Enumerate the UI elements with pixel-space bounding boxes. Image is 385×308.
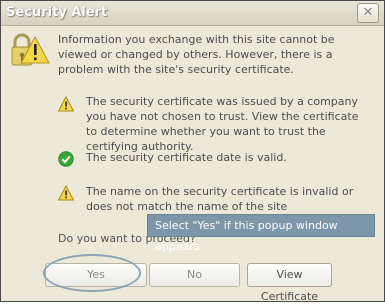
dialog-title: Security Alert xyxy=(6,5,108,20)
view-certificate-button[interactable]: View Certificate xyxy=(247,263,332,303)
no-button[interactable]: No xyxy=(149,263,240,287)
title-bar[interactable]: Security Alert ✕ xyxy=(1,1,384,26)
message-name-mismatch: The name on the security certificate is … xyxy=(86,185,354,213)
close-button[interactable]: ✕ xyxy=(357,3,379,23)
security-alert-dialog: Security Alert ✕ Information you exchang… xyxy=(0,0,385,303)
yes-button[interactable]: Yes xyxy=(45,263,147,287)
warning-icon xyxy=(58,185,74,201)
message-date-valid: The security certificate date is valid. xyxy=(86,151,287,164)
check-icon xyxy=(58,151,74,167)
intro-text: Information you exchange with this site … xyxy=(58,33,335,76)
security-lock-warning-icon xyxy=(11,33,50,66)
instruction-tooltip: Select "Yes" if this popup window appear… xyxy=(147,214,375,253)
warning-icon xyxy=(58,96,74,112)
message-untrusted-issuer: The security certificate was issued by a… xyxy=(86,95,359,153)
